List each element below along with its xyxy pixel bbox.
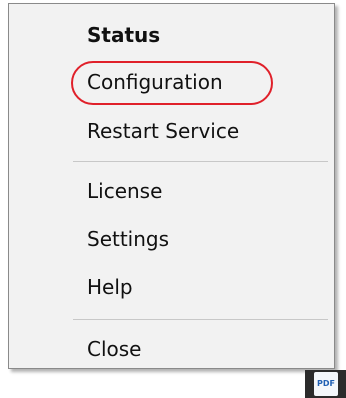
taskbar-tray-icon[interactable]: PDF	[305, 370, 346, 398]
menu-separator	[73, 161, 328, 162]
menu-item-configuration[interactable]: Configuration	[87, 67, 223, 97]
screenshot-stage: Status Configuration Restart Service Lic…	[0, 0, 346, 398]
context-menu: Status Configuration Restart Service Lic…	[8, 3, 335, 369]
menu-item-help[interactable]: Help	[87, 272, 133, 302]
menu-separator	[73, 319, 328, 320]
pdf-icon: PDF	[314, 372, 338, 396]
menu-item-license[interactable]: License	[87, 176, 162, 206]
menu-item-close[interactable]: Close	[87, 334, 141, 364]
menu-item-restart-service[interactable]: Restart Service	[87, 116, 239, 146]
menu-item-status[interactable]: Status	[87, 20, 160, 50]
menu-item-settings[interactable]: Settings	[87, 224, 169, 254]
pdf-icon-label: PDF	[317, 379, 335, 388]
